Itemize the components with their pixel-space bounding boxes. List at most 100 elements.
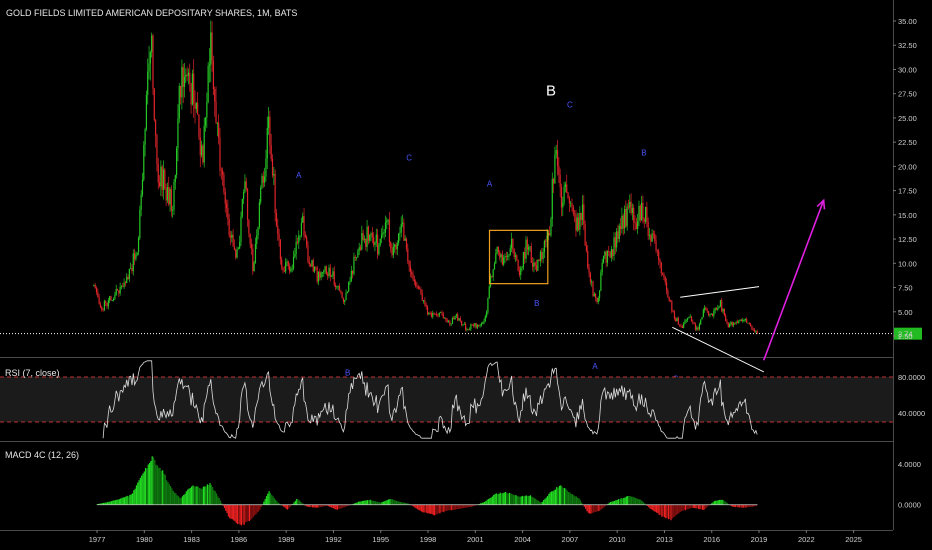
candle-body [168, 187, 170, 205]
macd-bar [176, 495, 178, 505]
macd-bar [539, 501, 541, 505]
candle-body [428, 313, 430, 314]
candle-body [120, 286, 123, 288]
candle-body [407, 248, 409, 262]
macd-bar [296, 499, 298, 505]
candle-body [637, 221, 639, 230]
candle-body [358, 247, 360, 251]
macd-bar [276, 501, 278, 505]
candle-body [457, 314, 459, 321]
candle-body [359, 247, 362, 250]
macd-bar [318, 504, 320, 508]
macd-bar [680, 504, 683, 512]
candle-body [714, 307, 716, 311]
candle-body [751, 325, 753, 330]
candle-body [220, 170, 222, 172]
macd-bar [571, 494, 574, 505]
candle-body [659, 259, 661, 263]
candle-body [106, 302, 108, 307]
macd-bar [558, 485, 560, 505]
macd-bar [398, 501, 400, 505]
macd-bar [239, 504, 241, 525]
candle-body [336, 286, 338, 288]
candle-body [587, 251, 589, 268]
candle-body [169, 189, 171, 205]
candle-body [539, 251, 542, 261]
candle-body [609, 251, 611, 258]
candle-body [464, 324, 467, 330]
candle-body [317, 271, 320, 282]
candle-body [334, 284, 337, 288]
candle-body [158, 182, 161, 187]
macd-bar [705, 504, 708, 508]
macd-bar [552, 491, 554, 505]
macd-bar [166, 480, 168, 505]
candle-body [366, 226, 368, 247]
candle-body [438, 312, 440, 316]
candle-body [531, 262, 534, 267]
candle-body [475, 323, 477, 328]
macd-bar [394, 500, 396, 505]
candle-body [662, 273, 664, 275]
candle-body [692, 321, 694, 323]
candle-body [290, 268, 292, 272]
candle-body [479, 325, 481, 327]
candle-body [694, 323, 697, 330]
macd-bar [573, 495, 575, 505]
candle-body [491, 275, 493, 277]
candle-body [332, 271, 334, 276]
candle-body [102, 309, 104, 311]
macd-bar [263, 501, 265, 505]
candle-body [253, 262, 255, 272]
candle-body [736, 321, 739, 323]
candle-body [591, 281, 593, 283]
candle-body [412, 274, 414, 280]
price-tick-label: 27.50 [898, 90, 917, 99]
macd-bar [431, 504, 433, 514]
candle-body [110, 296, 112, 301]
candle-body [210, 32, 212, 65]
macd-bar [699, 504, 701, 510]
candle-body [595, 294, 597, 298]
macd-bar [238, 504, 240, 524]
time-tick-label: 2013 [656, 535, 673, 544]
macd-bar [716, 500, 718, 505]
candle-body [447, 321, 450, 323]
macd-bar [591, 504, 593, 513]
candle-body [185, 74, 187, 77]
macd-bar [177, 496, 180, 505]
candle-body [570, 203, 572, 205]
macd-bar [175, 493, 177, 505]
macd-bar [297, 499, 299, 505]
candle-body [706, 310, 708, 312]
macd-bar [428, 504, 430, 514]
candle-body [291, 268, 293, 270]
macd-bar [432, 504, 434, 516]
candle-body [417, 286, 419, 289]
candle-body [243, 192, 245, 199]
macd-bar [462, 504, 465, 508]
macd-bar [338, 504, 340, 509]
candle-body [503, 257, 505, 265]
macd-bar [336, 504, 338, 510]
macd-bar [286, 504, 289, 510]
candle-body [625, 208, 627, 227]
macd-bar [485, 501, 487, 505]
candle-body [105, 301, 107, 303]
candle-body [190, 83, 192, 105]
candle-body [655, 240, 657, 251]
candle-body [307, 245, 309, 262]
time-tick-label: 1989 [278, 535, 295, 544]
candle-body [246, 188, 249, 220]
candle-body [629, 201, 631, 208]
candle-body [261, 175, 263, 188]
macd-bar [185, 491, 187, 505]
macd-bar [676, 504, 679, 515]
candle-body [160, 166, 162, 187]
candle-body [116, 288, 119, 291]
candle-body [658, 250, 660, 260]
candle-body [499, 252, 501, 258]
candle-body [489, 275, 492, 287]
candle-body [643, 219, 645, 222]
candle-body [273, 173, 275, 176]
